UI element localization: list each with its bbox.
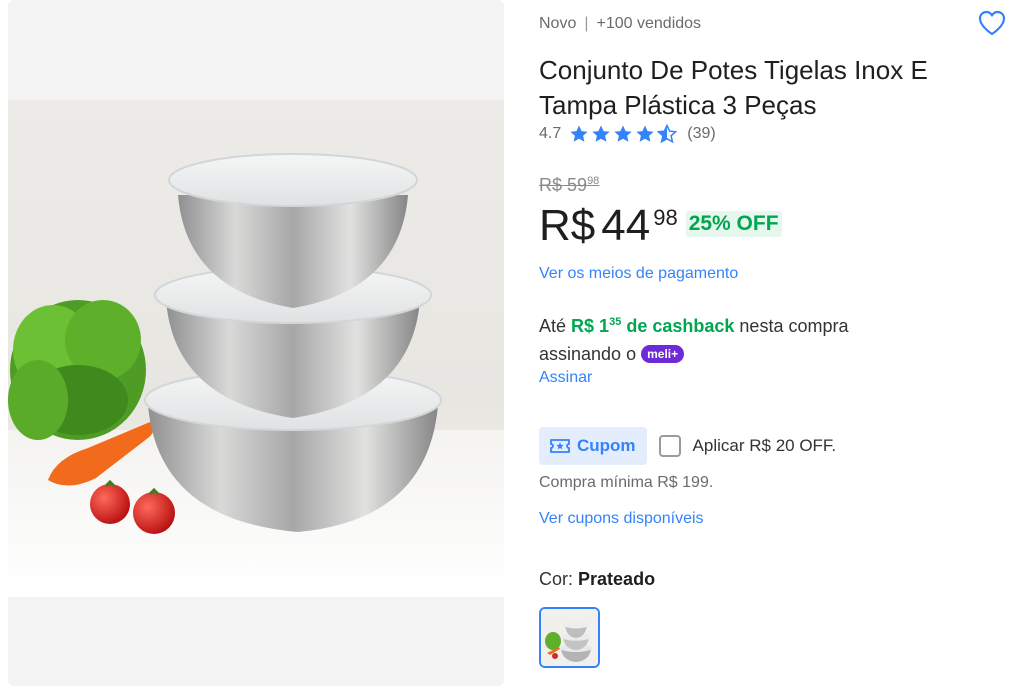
subscribe-link[interactable]: Assinar [539,369,592,387]
price-integer: 44 [601,201,651,250]
minimum-purchase-note: Compra mínima R$ 199. [539,474,714,491]
color-variant-thumbnail[interactable] [539,607,600,668]
coupon-button-label: Cupom [577,436,636,455]
cashback-suffix: nesta compra [739,316,849,336]
star-rating [569,124,678,144]
rating-summary[interactable]: 4.7 (39) [539,124,716,144]
price-currency: R$ [539,201,596,250]
old-price-cents: 98 [587,175,600,187]
lettuce [8,300,146,440]
heart-outline-icon [978,10,1006,36]
bowls-illustration [8,153,442,534]
star-icon [636,125,654,142]
review-count: (39) [687,125,716,142]
star-icon [592,125,610,142]
coupon-button[interactable]: Cupom [539,427,647,465]
favorite-button[interactable] [976,7,1008,39]
apply-coupon-label[interactable]: Aplicar R$ 20 OFF. [693,436,837,456]
meli-plus-badge: meli+ [641,345,685,363]
coupon-row: Cupom Aplicar R$ 20 OFF. [539,427,836,465]
product-title: Conjunto De Potes Tigelas Inox E Tampa P… [539,55,928,120]
original-price: R$ 5998 [539,175,599,196]
cashback-amount: R$ 135 de cashback [571,316,734,336]
cashback-amount-cents: 35 [609,316,622,328]
star-icon [614,125,632,142]
star-icon [570,125,588,142]
cashback-label: de cashback [626,316,735,336]
current-price: R$ 44 98 25% OFF [539,199,782,253]
discount-badge: 25% OFF [685,211,782,237]
cashback-line2: assinando o [539,344,637,364]
variant-thumbnail-image [541,609,598,666]
sold-count: +100 vendidos [596,15,702,32]
product-gallery [8,0,504,686]
star-half-icon [657,124,678,144]
price-cents: 98 [653,205,678,230]
separator: | [584,15,589,32]
color-value: Prateado [578,569,656,589]
product-image[interactable] [8,100,504,597]
product-subtitle: Novo | +100 vendidos [539,15,701,33]
rating-value: 4.7 [539,125,562,142]
old-price-currency: R$ [539,175,563,195]
color-label: Cor: [539,569,574,589]
cashback-prefix: Até [539,316,567,336]
available-coupons-link[interactable]: Ver cupons disponíveis [539,510,704,528]
cashback-amount-int: R$ 1 [571,316,610,336]
condition-label: Novo [539,15,577,32]
color-selector-label: Cor: Prateado [539,569,655,590]
ticket-icon [550,439,570,453]
old-price-int: 59 [567,175,588,195]
apply-coupon-checkbox[interactable] [658,435,681,457]
cashback-info: Até R$ 135 de cashback nesta compra assi… [539,308,999,368]
payment-methods-link[interactable]: Ver os meios de pagamento [539,265,738,283]
